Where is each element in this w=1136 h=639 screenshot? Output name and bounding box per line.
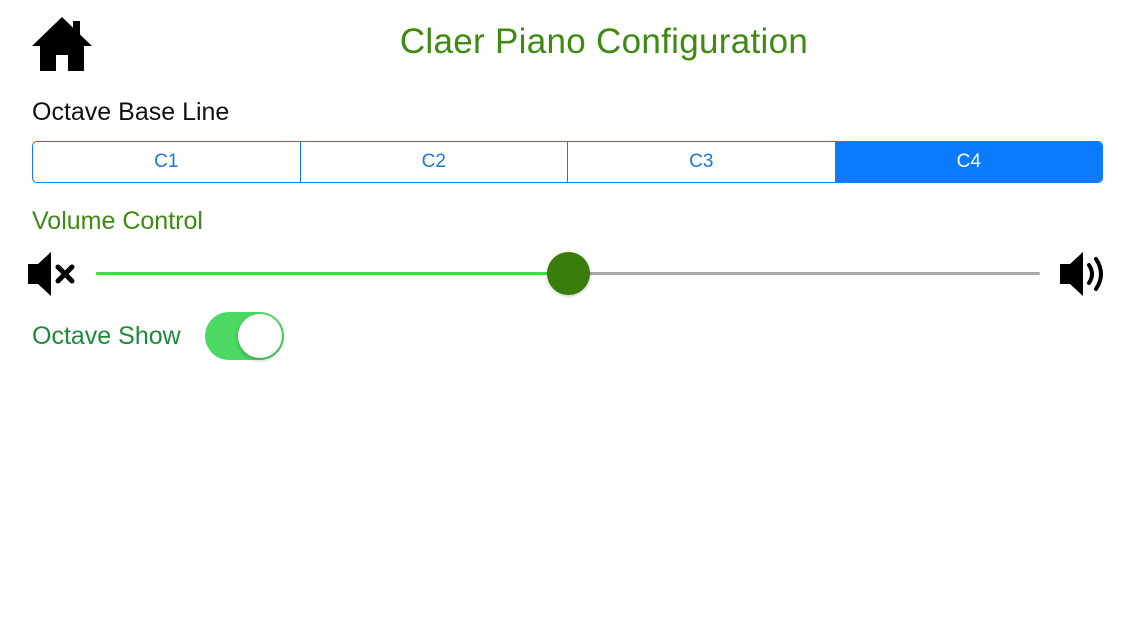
- toggle-knob: [238, 314, 282, 358]
- octave-show-label: Octave Show: [32, 322, 181, 350]
- volume-control-label: Volume Control: [32, 207, 203, 235]
- page-title: Claer Piano Configuration: [399, 22, 809, 61]
- segment-c2[interactable]: C2: [301, 142, 568, 182]
- octave-show-toggle[interactable]: [205, 312, 284, 360]
- configuration-screen: Claer Piano Configuration Octave Base Li…: [0, 0, 1136, 639]
- volume-mute-icon: [26, 248, 78, 300]
- volume-slider[interactable]: [96, 250, 1040, 296]
- segment-c3[interactable]: C3: [568, 142, 836, 182]
- segment-c4[interactable]: C4: [835, 142, 1102, 182]
- octave-base-line-segmented-control: C1 C2 C3 C4: [32, 141, 1103, 183]
- segment-c1[interactable]: C1: [33, 142, 301, 182]
- volume-slider-fill: [96, 272, 568, 275]
- volume-high-icon: [1058, 248, 1110, 300]
- volume-slider-thumb[interactable]: [546, 252, 590, 295]
- octave-base-line-label: Octave Base Line: [32, 98, 230, 126]
